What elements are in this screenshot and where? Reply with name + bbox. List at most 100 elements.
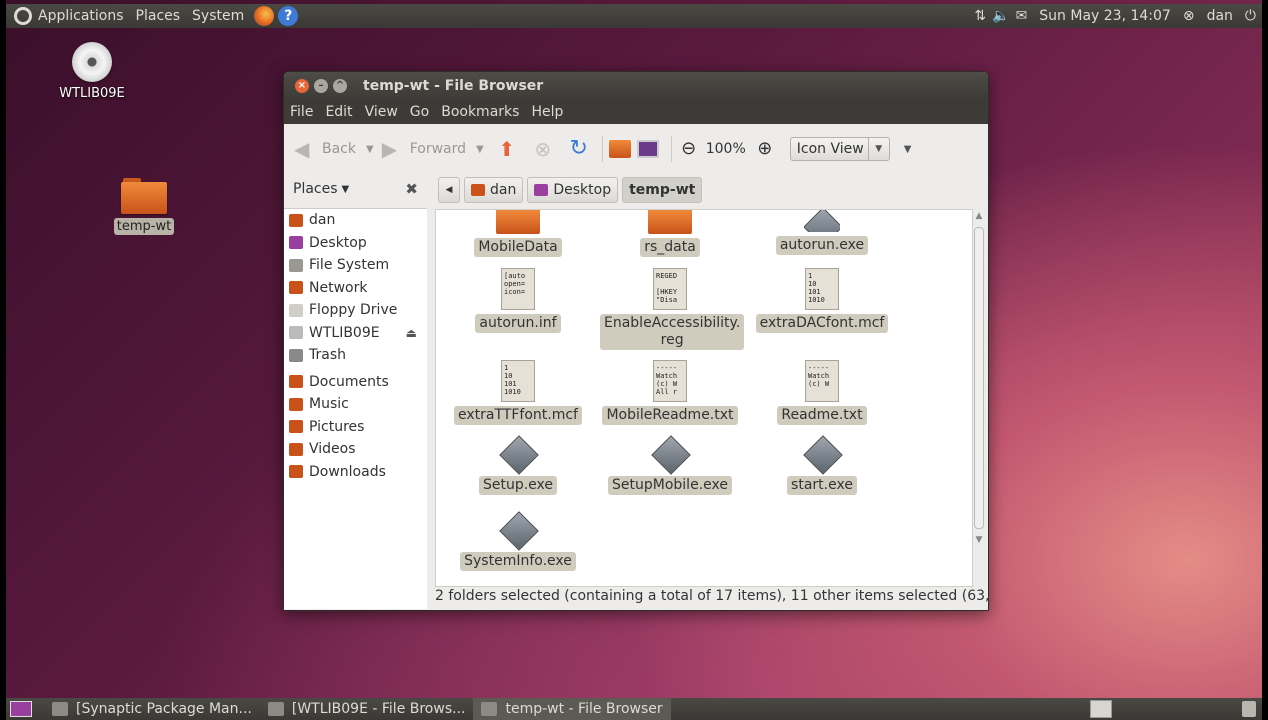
- sidebar-item-dan[interactable]: dan: [284, 209, 427, 232]
- file-item[interactable]: SystemInfo.exe: [448, 511, 588, 571]
- task-wtlib09e[interactable]: [WTLIB09E - File Brows...: [260, 698, 474, 720]
- sidebar-item-pictures[interactable]: Pictures: [284, 416, 427, 439]
- file-item[interactable]: ----- Watch (c) W All r MobileReadme.txt: [600, 360, 740, 425]
- user-name[interactable]: dan: [1201, 8, 1239, 24]
- crumb-desktop[interactable]: Desktop: [527, 177, 619, 203]
- file-label: Setup.exe: [478, 476, 558, 495]
- menu-bar: File Edit View Go Bookmarks Help: [284, 100, 988, 124]
- close-icon[interactable]: ✖: [405, 180, 418, 198]
- desktop-icon-cd[interactable]: WTLIB09E: [52, 42, 132, 101]
- sidebar-item-downloads[interactable]: Downloads: [284, 461, 427, 484]
- sidebar-item-label: Pictures: [309, 418, 365, 435]
- toolbar-overflow-icon[interactable]: ▼: [904, 144, 912, 155]
- file-item[interactable]: REGED [HKEY "Disa EnableAccessibility. re…: [600, 268, 745, 350]
- title-bar[interactable]: × – ^ temp-wt - File Browser: [284, 72, 988, 100]
- forward-button[interactable]: ▶ Forward ▼: [382, 138, 484, 160]
- crumb-temp-wt[interactable]: temp-wt: [622, 177, 703, 203]
- show-desktop-icon[interactable]: [10, 701, 32, 717]
- sidebar-item-network[interactable]: Network: [284, 277, 427, 300]
- forward-history-dropdown-icon[interactable]: ▼: [476, 144, 484, 155]
- place-icon: [289, 420, 303, 434]
- back-history-dropdown-icon[interactable]: ▼: [366, 144, 374, 155]
- home-folder-icon[interactable]: [608, 140, 631, 158]
- chevron-down-icon: ▼: [867, 138, 889, 160]
- file-label: autorun.inf: [475, 314, 561, 333]
- file-item[interactable]: ----- Watch (c) W Readme.txt: [752, 360, 892, 425]
- ubuntu-logo-icon[interactable]: [14, 7, 32, 25]
- file-browser-window: × – ^ temp-wt - File Browser File Edit V…: [283, 71, 989, 611]
- sidebar-item-desktop[interactable]: Desktop: [284, 232, 427, 255]
- bottom-panel: [Synaptic Package Man... [WTLIB09E - Fil…: [6, 698, 1262, 720]
- sidebar-item-label: WTLIB09E: [309, 324, 380, 341]
- mail-icon[interactable]: ✉: [1016, 8, 1028, 24]
- scroll-up-icon[interactable]: ▲: [973, 211, 985, 221]
- stop-icon[interactable]: ⊗: [532, 138, 554, 160]
- clock[interactable]: Sun May 23, 14:07: [1033, 8, 1177, 24]
- network-icon[interactable]: ⇅: [974, 8, 986, 24]
- sidebar-item-wtlib09e[interactable]: WTLIB09E ⏏: [284, 322, 427, 345]
- help-icon[interactable]: ?: [278, 6, 299, 26]
- menu-places[interactable]: Places: [130, 8, 187, 24]
- back-button[interactable]: ◀ Back ▼: [294, 138, 374, 160]
- menu-bookmarks[interactable]: Bookmarks: [435, 104, 525, 120]
- power-icon[interactable]: ⏻: [1245, 8, 1256, 24]
- zoom-out-icon[interactable]: ⊖: [678, 138, 700, 160]
- crumb-dan[interactable]: dan: [464, 177, 524, 203]
- sidebar-item-trash[interactable]: Trash: [284, 344, 427, 367]
- menu-system[interactable]: System: [186, 8, 250, 24]
- places-label: Places: [293, 181, 338, 197]
- volume-icon[interactable]: 🔈: [992, 8, 1009, 24]
- back-label: Back: [322, 141, 356, 157]
- executable-icon: [499, 511, 539, 551]
- file-item[interactable]: MobileData: [448, 210, 588, 257]
- place-icon: [289, 236, 303, 250]
- sidebar-item-music[interactable]: Music: [284, 393, 427, 416]
- menu-view[interactable]: View: [359, 104, 404, 120]
- zoom-level[interactable]: 100%: [706, 141, 746, 157]
- menu-file[interactable]: File: [284, 104, 319, 120]
- view-mode-select[interactable]: Icon View ▼: [789, 137, 890, 161]
- forward-arrow-icon: ▶: [381, 137, 398, 161]
- menu-edit[interactable]: Edit: [319, 104, 358, 120]
- sidebar-item-label: Network: [309, 279, 368, 296]
- sidebar-item-videos[interactable]: Videos: [284, 438, 427, 461]
- firefox-icon[interactable]: [254, 6, 275, 26]
- file-item[interactable]: autorun.exe: [752, 210, 892, 255]
- reload-icon[interactable]: ↻: [568, 138, 590, 160]
- file-item[interactable]: 1 10 101 1010 extraDACfont.mcf: [752, 268, 892, 333]
- task-synaptic[interactable]: [Synaptic Package Man...: [44, 698, 260, 720]
- minimize-window-button[interactable]: –: [314, 79, 328, 93]
- workspace-switcher[interactable]: [1090, 700, 1112, 718]
- file-item[interactable]: [auto open= icon= autorun.inf: [448, 268, 588, 333]
- scroll-down-icon[interactable]: ▼: [973, 535, 985, 545]
- eject-icon[interactable]: ⏏: [406, 326, 417, 340]
- trash-icon[interactable]: [1242, 701, 1256, 717]
- scrollbar-thumb[interactable]: [974, 227, 984, 529]
- zoom-in-icon[interactable]: ⊕: [754, 138, 776, 160]
- file-label: rs_data: [640, 238, 700, 257]
- sidebar-item-documents[interactable]: Documents: [284, 371, 427, 394]
- sidebar-item-file-system[interactable]: File System: [284, 254, 427, 277]
- file-item[interactable]: Setup.exe: [448, 435, 588, 495]
- path-scroll-left-button[interactable]: ◀: [438, 177, 460, 203]
- file-item[interactable]: SetupMobile.exe: [600, 435, 740, 495]
- chevron-down-icon: ▼: [341, 183, 350, 195]
- computer-icon[interactable]: [636, 140, 659, 158]
- icon-view[interactable]: MobileData rs_data autorun.exe [auto open= …: [435, 209, 973, 587]
- menu-applications[interactable]: Applications: [32, 8, 130, 24]
- file-item[interactable]: 1 10 101 1010 extraTTFfont.mcf: [448, 360, 588, 425]
- file-label: EnableAccessibility. reg: [600, 314, 745, 350]
- file-item[interactable]: rs_data: [600, 210, 740, 257]
- scrollbar[interactable]: ▲ ▼: [973, 211, 985, 587]
- sidebar-item-label: dan: [309, 212, 336, 229]
- up-arrow-icon[interactable]: ⬆: [496, 138, 518, 160]
- desktop-icon-folder[interactable]: temp-wt: [104, 178, 184, 235]
- maximize-window-button[interactable]: ^: [333, 79, 347, 93]
- file-item[interactable]: start.exe: [752, 435, 892, 495]
- toolbar: ◀ Back ▼ ▶ Forward ▼ ⬆ ⊗ ↻ ⊖ 100% ⊕ Icon…: [284, 124, 988, 174]
- sidebar-item-floppy-drive[interactable]: Floppy Drive: [284, 299, 427, 322]
- task-temp-wt[interactable]: temp-wt - File Browser: [473, 698, 671, 720]
- close-window-button[interactable]: ×: [295, 79, 309, 93]
- menu-help[interactable]: Help: [525, 104, 569, 120]
- menu-go[interactable]: Go: [404, 104, 435, 120]
